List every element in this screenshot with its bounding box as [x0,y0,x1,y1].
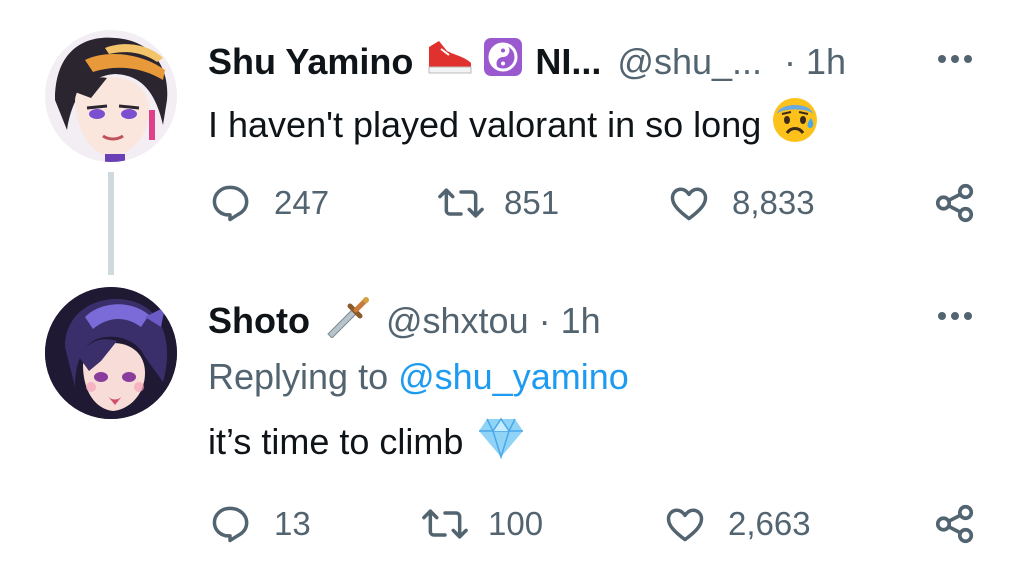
reply-count: 247 [274,184,330,221]
tweet-actions: 247 851 8,833 [208,181,978,225]
retweet-button[interactable]: 851 [436,181,559,225]
display-name[interactable]: Shu Yamino [208,40,413,84]
tweet-text: it’s time to climb [208,415,525,469]
retweet-count: 851 [504,184,560,221]
tweet-header: Shoto @shxtou · 1h [208,294,601,348]
sneaker-icon [425,37,475,87]
avatar-shoto[interactable] [45,287,177,419]
thread-line [108,172,114,275]
separator-dot: · [784,41,797,82]
yin-yang-icon [483,37,523,87]
avatar-shu-yamino[interactable] [45,30,177,162]
reply-button[interactable]: 13 [208,502,311,546]
tweet-actions: 13 100 2,663 [208,502,978,546]
more-options-icon[interactable] [938,37,972,81]
retweet-button[interactable]: 100 [420,502,543,546]
share-button[interactable] [932,502,978,546]
timestamp[interactable]: 1h [561,299,601,343]
share-icon [935,183,974,223]
like-button[interactable]: 2,663 [662,502,811,546]
like-count: 8,833 [732,184,815,221]
replying-to-label: Replying to [208,356,399,397]
retweet-count: 100 [488,505,544,542]
tweet-shoto[interactable]: Shoto @shxtou · 1h Replying to @shu_yami… [0,275,1024,571]
reply-icon [212,506,249,543]
tweet-shu-yamino[interactable]: Shu Yamino NI... @shu_... · 1h I haven't… [0,0,1024,275]
retweet-icon [438,188,484,218]
timestamp[interactable]: 1h [806,40,846,84]
share-icon [935,504,974,544]
display-name[interactable]: Shoto [208,299,310,343]
reply-count: 13 [274,505,311,542]
anxious-face-icon [771,96,819,154]
reply-button[interactable]: 247 [208,181,329,225]
reply-icon [212,185,249,222]
like-count: 2,663 [728,505,811,542]
handle[interactable]: @shu_... [617,40,762,84]
more-options-icon[interactable] [938,294,972,338]
tweet-header: Shu Yamino NI... @shu_... · 1h [208,37,846,87]
retweet-icon [422,509,468,539]
replying-to: Replying to @shu_yamino [208,355,629,399]
gem-icon [477,415,525,469]
like-button[interactable]: 8,833 [666,181,815,225]
dagger-icon [324,294,370,348]
handle[interactable]: @shxtou [386,299,529,343]
tweet-text-content: it’s time to climb [208,421,464,462]
tweet-text-content: I haven't played valorant in so long [208,104,762,145]
display-name-suffix[interactable]: NI... [535,40,601,84]
heart-icon [666,508,704,542]
share-button[interactable] [932,181,978,225]
tweet-text: I haven't played valorant in so long [208,96,819,154]
heart-icon [670,187,708,221]
separator-dot: · [538,300,551,341]
mention-link[interactable]: @shu_yamino [398,356,629,397]
